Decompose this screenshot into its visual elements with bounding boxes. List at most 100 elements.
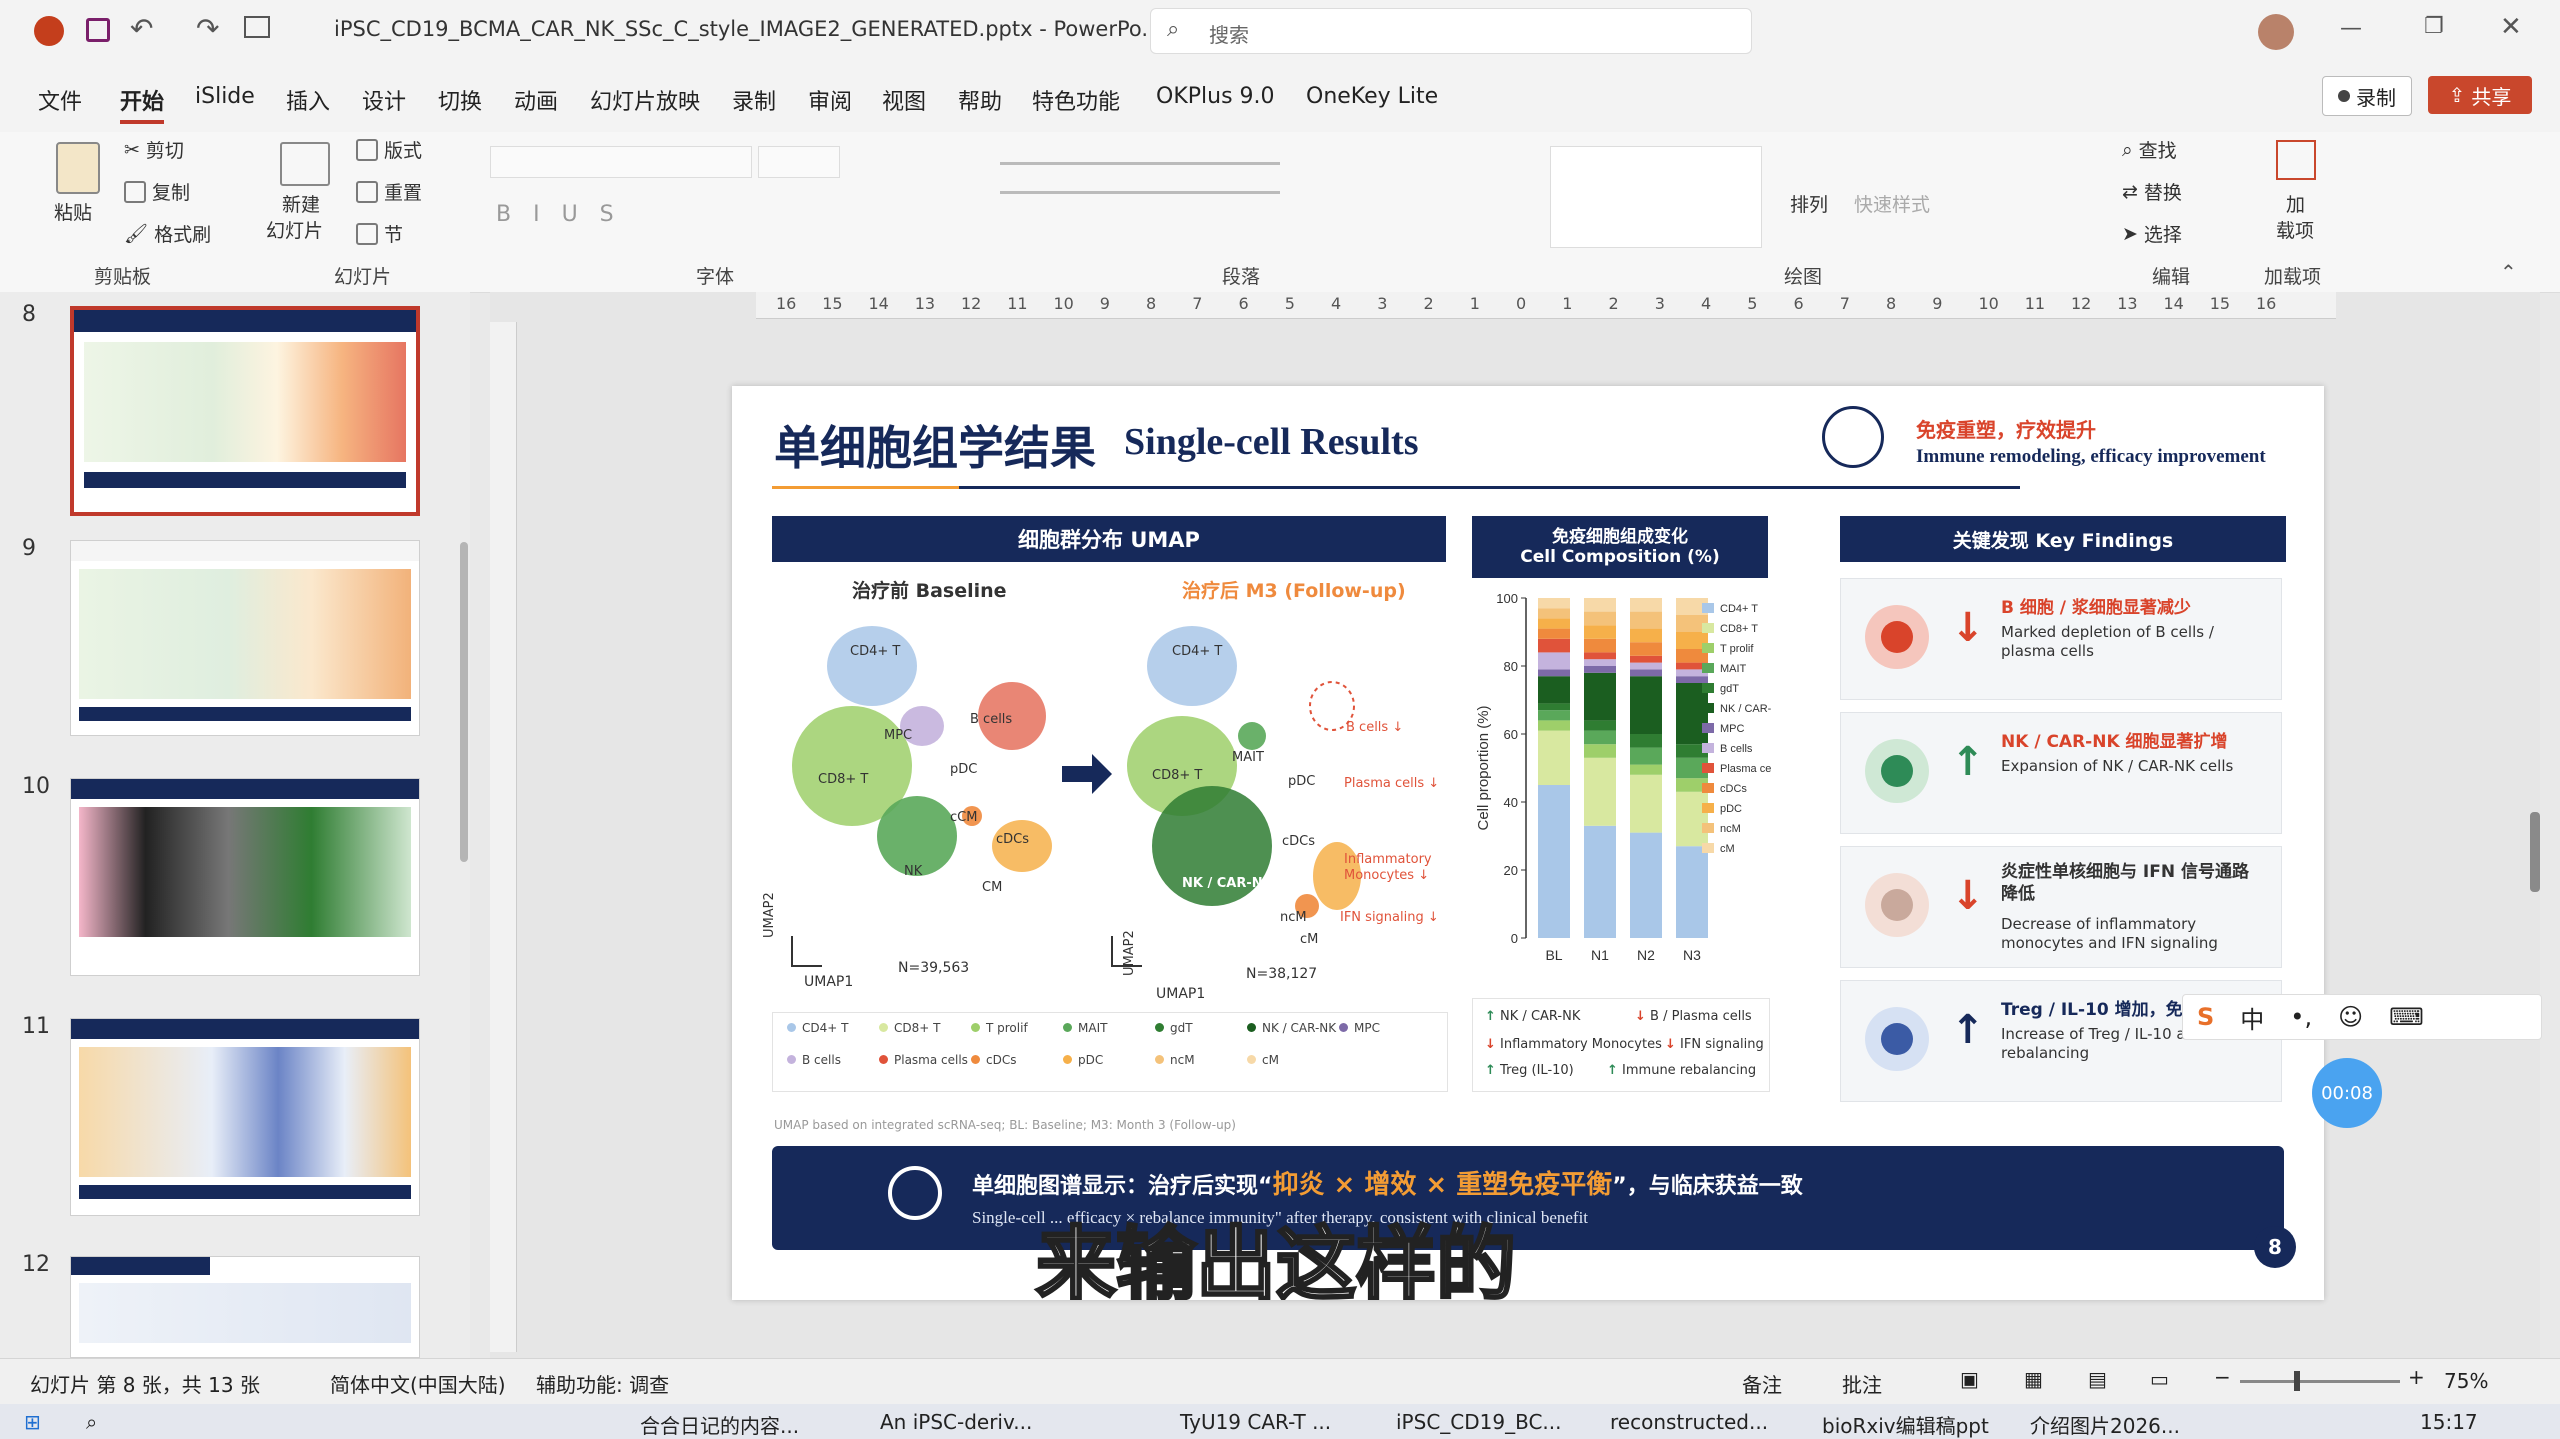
arrange-button[interactable]: 排列: [1790, 190, 1828, 217]
paste-icon[interactable]: [56, 142, 100, 194]
paste-button[interactable]: 粘贴: [54, 198, 92, 225]
menu-design[interactable]: 设计: [362, 84, 406, 116]
menu-slideshow[interactable]: 幻灯片放映: [590, 84, 700, 116]
bar-segment: [1630, 676, 1662, 734]
taskbar-item[interactable]: 介绍图片2026...: [2030, 1410, 2180, 1439]
cut-button[interactable]: ✂ 剪切: [124, 136, 184, 163]
ime-emoji-icon[interactable]: ☺: [2338, 1003, 2363, 1031]
font-size-dropdown[interactable]: [758, 146, 840, 178]
clock[interactable]: 15:17: [2420, 1410, 2478, 1434]
menu-transitions[interactable]: 切换: [438, 84, 482, 116]
collapse-ribbon-icon[interactable]: ⌃: [2500, 260, 2517, 284]
zoom-thumb[interactable]: [2294, 1371, 2300, 1391]
zoom-in-icon[interactable]: +: [2408, 1365, 2425, 1389]
accessibility-status[interactable]: 辅助功能: 调查: [536, 1369, 669, 1398]
select-button[interactable]: ➤ 选择: [2122, 220, 2182, 247]
taskbar-item[interactable]: TyU19 CAR-T ...: [1180, 1410, 1331, 1434]
font-format-buttons[interactable]: BIUS: [496, 202, 636, 227]
ime-toolbar[interactable]: S 中 •, ☺ ⌨: [2182, 994, 2542, 1040]
sorter-view-icon[interactable]: ▦: [2024, 1367, 2043, 1391]
zoom-out-icon[interactable]: −: [2214, 1365, 2231, 1389]
close-icon[interactable]: ✕: [2500, 12, 2522, 42]
umap-baseline: [791, 626, 1052, 967]
redo-icon[interactable]: ↷: [196, 12, 219, 45]
up-arrow-icon: ↑: [1951, 1007, 1985, 1053]
slide-thumbnail-11[interactable]: [70, 1018, 420, 1216]
copy-button[interactable]: 复制: [124, 178, 190, 205]
taskbar-item[interactable]: bioRxiv编辑稿ppt: [1822, 1410, 1989, 1439]
restore-icon[interactable]: ❐: [2424, 14, 2444, 39]
ime-keyboard-icon[interactable]: ⌨: [2389, 1003, 2424, 1031]
shapes-gallery[interactable]: [1550, 146, 1762, 248]
quick-styles-button[interactable]: 快速样式: [1854, 190, 1930, 217]
menu-onekey[interactable]: OneKey Lite: [1306, 84, 1438, 109]
share-button[interactable]: ⇪ 共享: [2428, 76, 2532, 114]
slide-thumbnail-12[interactable]: [70, 1256, 420, 1358]
y-tick-label: 100: [1496, 591, 1518, 606]
ime-punct-icon[interactable]: •,: [2290, 1003, 2312, 1031]
menu-file[interactable]: 文件: [38, 84, 82, 116]
zoom-slider[interactable]: [2240, 1371, 2400, 1391]
slide-thumbnail-10[interactable]: [70, 778, 420, 976]
ruler-tick-label: 5: [1284, 294, 1295, 313]
menu-record[interactable]: 录制: [732, 84, 776, 116]
menu-help[interactable]: 帮助: [958, 84, 1002, 116]
slide-thumbnail-9[interactable]: [70, 540, 420, 736]
menu-review[interactable]: 审阅: [808, 84, 852, 116]
menu-okplus[interactable]: OKPlus 9.0: [1156, 84, 1275, 109]
reading-view-icon[interactable]: ▤: [2088, 1367, 2107, 1391]
y-tick-label: 40: [1504, 795, 1518, 810]
language-indicator[interactable]: 简体中文(中国大陆): [330, 1369, 506, 1398]
taskbar-item[interactable]: reconstructed...: [1610, 1410, 1768, 1434]
layout-button[interactable]: 版式: [356, 136, 422, 163]
new-slide-button[interactable]: 新建: [282, 190, 320, 217]
ime-language[interactable]: 中: [2240, 1000, 2264, 1035]
cluster-label: cDCs: [1282, 834, 1316, 849]
addins-icon[interactable]: [2276, 140, 2316, 180]
taskbar-item[interactable]: An iPSC-deriv...: [880, 1410, 1032, 1434]
taskbar-item[interactable]: 合合日记的内容...: [640, 1410, 799, 1439]
save-icon[interactable]: [86, 18, 110, 42]
section-button[interactable]: 节: [356, 220, 403, 247]
search-icon-taskbar[interactable]: ⌕: [86, 1410, 97, 1434]
x-tick-label: N1: [1591, 947, 1609, 963]
undo-icon[interactable]: ↶: [130, 12, 153, 45]
menu-insert[interactable]: 插入: [286, 84, 330, 116]
cluster-label: CD4+ T: [850, 644, 901, 659]
taskbar-item[interactable]: iPSC_CD19_BC...: [1396, 1410, 1562, 1434]
vertical-scrollbar[interactable]: [2530, 812, 2540, 892]
start-icon[interactable]: ⊞: [24, 1410, 41, 1434]
legend-dot-icon: [787, 1055, 796, 1064]
bar-segment: [1584, 659, 1616, 666]
recording-timer[interactable]: 00:08: [2312, 1058, 2382, 1128]
present-icon[interactable]: [244, 16, 270, 38]
legend-text: Inflammatory Monocytes: [1500, 1037, 1662, 1052]
menu-animations[interactable]: 动画: [514, 84, 558, 116]
section-label: 节: [384, 224, 404, 246]
menu-special[interactable]: 特色功能: [1032, 84, 1120, 116]
thumbnail-scrollbar[interactable]: [460, 542, 468, 862]
menu-islide[interactable]: iSlide: [195, 84, 255, 109]
menu-view[interactable]: 视图: [882, 84, 926, 116]
notes-button[interactable]: 备注: [1742, 1369, 1782, 1398]
search-box[interactable]: ⌕ 搜索: [1150, 8, 1752, 54]
format-painter-button[interactable]: 🖌 格式刷: [124, 220, 211, 247]
comments-button[interactable]: 批注: [1842, 1369, 1882, 1398]
slide-8[interactable]: 单细胞组学结果 Single-cell Results 免疫重塑，疗效提升 Im…: [732, 386, 2324, 1300]
new-slide-icon[interactable]: [280, 142, 330, 186]
menu-home[interactable]: 开始: [120, 84, 165, 124]
paragraph-buttons[interactable]: [1000, 150, 1300, 250]
avatar[interactable]: [2258, 14, 2294, 50]
find-button[interactable]: ⌕ 查找: [2122, 136, 2177, 163]
font-name-dropdown[interactable]: [490, 146, 752, 178]
record-button[interactable]: 录制: [2322, 76, 2412, 116]
minimize-icon[interactable]: —: [2340, 16, 2362, 41]
reset-button[interactable]: 重置: [356, 178, 422, 205]
zoom-level[interactable]: 75%: [2444, 1369, 2488, 1393]
replace-button[interactable]: ⇄ 替换: [2122, 178, 2182, 205]
slideshow-view-icon[interactable]: ▭: [2150, 1367, 2169, 1391]
legend-label: NK / CAR-NK: [1720, 703, 1772, 715]
x-tick-label: N3: [1683, 947, 1701, 963]
slide-thumbnail-8[interactable]: [70, 306, 420, 516]
normal-view-icon[interactable]: ▣: [1960, 1367, 1979, 1391]
